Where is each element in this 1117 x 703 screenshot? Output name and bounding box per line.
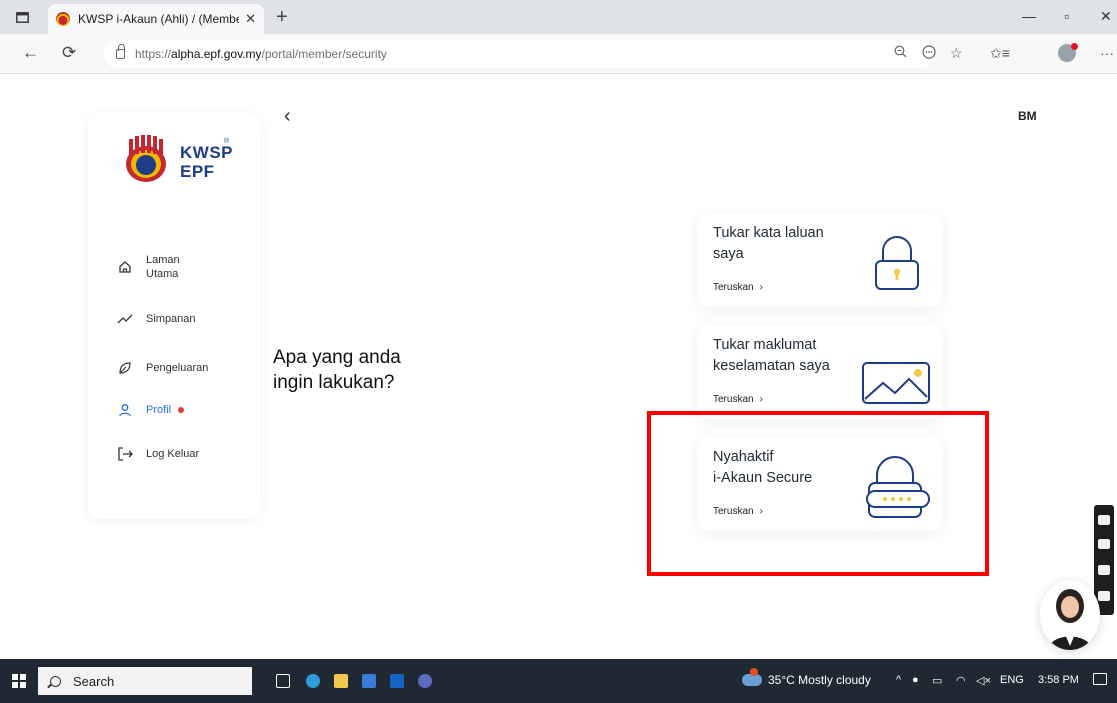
show-hidden-icons-icon[interactable]: ^ xyxy=(896,674,901,686)
kwsp-favicon-icon xyxy=(56,12,70,26)
url-path: /portal/member/security xyxy=(261,47,387,61)
input-language[interactable]: ENG xyxy=(1000,674,1024,686)
card-title-line-2: keselamatan saya xyxy=(713,358,830,374)
logo-kwsp-text: KWSP xyxy=(180,143,233,162)
logout-icon xyxy=(116,447,134,461)
sidebar-item-simpanan[interactable]: Simpanan xyxy=(116,313,196,325)
continue-link[interactable]: Teruskan › xyxy=(713,282,763,293)
sidebar-item-label: Utama xyxy=(146,268,179,280)
chevron-right-icon: › xyxy=(759,394,763,405)
kwsp-logo[interactable]: KWSP ® EPF xyxy=(124,135,234,185)
favorite-star-icon[interactable]: ☆ xyxy=(950,45,963,62)
image-icon xyxy=(862,362,930,404)
task-view-icon[interactable] xyxy=(276,674,290,688)
cloud-sun-icon xyxy=(742,668,762,686)
tab-title: KWSP i-Akaun (Ahli) / (Member) xyxy=(78,12,240,26)
lock-icon xyxy=(116,44,125,59)
back-chevron-icon[interactable]: ‹ xyxy=(284,105,291,128)
assistant-person-icon xyxy=(1048,589,1092,650)
file-explorer-icon[interactable] xyxy=(334,674,348,688)
leaf-icon xyxy=(116,361,134,375)
address-bar: ← ⟳ https://alpha.epf.gov.my/portal/memb… xyxy=(0,34,1117,74)
favorites-icon[interactable]: ✩≡ xyxy=(990,45,1010,62)
url-host: alpha.epf.gov.my xyxy=(171,47,262,61)
clock-time[interactable]: 3:58 PM xyxy=(1038,674,1079,686)
card-title-line-1: Tukar kata laluan xyxy=(713,225,824,241)
logo-registered-mark: ® xyxy=(224,138,230,145)
teams-icon[interactable] xyxy=(418,674,432,688)
taskbar: Search 35°C Mostly cloudy ^ ● ▭ ◠ ◁× ENG… xyxy=(0,659,1117,703)
restore-icon[interactable]: ▫ xyxy=(1064,8,1069,24)
edge-browser-icon[interactable] xyxy=(306,674,320,688)
chevron-right-icon: › xyxy=(759,282,763,293)
minimize-icon[interactable]: — xyxy=(1022,8,1036,24)
notification-center-icon[interactable] xyxy=(1093,673,1107,685)
home-icon xyxy=(116,260,134,274)
kwsp-emblem-icon xyxy=(126,135,166,182)
card-title: Tukar kata laluan saya xyxy=(713,223,873,265)
sidebar-item-pengeluaran[interactable]: Pengeluaran xyxy=(116,361,208,375)
card-title-line-1: Tukar maklumat xyxy=(713,337,817,353)
browser-tab-bar: KWSP i-Akaun (Ahli) / (Member) ✕ + — ▫ ✕ xyxy=(0,0,1117,34)
continue-link-label: Teruskan xyxy=(713,282,754,293)
volume-icon[interactable]: ◁× xyxy=(976,674,991,687)
card-change-security-info[interactable]: Tukar maklumat keselamatan saya Teruskan… xyxy=(697,325,943,419)
refresh-icon[interactable]: ⟳ xyxy=(62,43,76,63)
sidebar-item-label: Log Keluar xyxy=(146,448,200,460)
page-question: Apa yang anda ingin lakukan? xyxy=(273,345,401,395)
browser-tab-active[interactable]: KWSP i-Akaun (Ahli) / (Member) ✕ xyxy=(48,4,264,34)
sidebar-item-label: Pengeluaran xyxy=(146,362,209,374)
padlock-icon xyxy=(875,236,919,290)
question-line-1: Apa yang anda xyxy=(273,347,401,368)
sidebar-item-profil[interactable]: Profil xyxy=(116,403,185,417)
taskbar-search[interactable]: Search xyxy=(38,667,252,695)
search-icon xyxy=(50,675,61,687)
card-title: Tukar maklumat keselamatan saya xyxy=(713,335,873,377)
back-arrow-icon[interactable]: ← xyxy=(22,43,39,63)
window-icon[interactable] xyxy=(1098,565,1110,575)
continue-link[interactable]: Teruskan › xyxy=(713,394,763,405)
search-label: Search xyxy=(73,673,115,689)
gear-icon[interactable] xyxy=(1098,591,1110,601)
sidebar-item-laman-utama[interactable]: Laman Utama xyxy=(116,253,180,281)
weather-widget[interactable]: 35°C Mostly cloudy xyxy=(742,668,871,687)
battery-icon[interactable]: ▭ xyxy=(932,674,942,687)
reader-icon[interactable] xyxy=(922,45,936,62)
card-change-password[interactable]: Tukar kata laluan saya Teruskan › xyxy=(697,213,943,307)
sidebar: KWSP ® EPF Laman Utama Simpanan Pengelua… xyxy=(88,113,260,519)
sidebar-item-label: Simpanan xyxy=(146,313,196,325)
tray-app-icon[interactable]: ● xyxy=(912,674,919,686)
question-line-2: ingin lakukan? xyxy=(273,372,395,393)
card-title-line-2: saya xyxy=(713,246,744,262)
windows-start-icon[interactable] xyxy=(12,674,26,688)
url-field[interactable]: https://alpha.epf.gov.my/portal/member/s… xyxy=(104,40,934,68)
wifi-icon[interactable]: ◠ xyxy=(956,674,966,687)
profile-notification-icon xyxy=(1071,43,1078,50)
logo-epf-text: EPF xyxy=(180,162,215,181)
close-tab-icon[interactable]: ✕ xyxy=(245,11,256,27)
url-prefix: https:// xyxy=(135,47,172,61)
more-menu-icon[interactable]: ··· xyxy=(1100,45,1114,61)
virtual-assistant-avatar[interactable] xyxy=(1040,580,1100,650)
sidebar-item-log-keluar[interactable]: Log Keluar xyxy=(116,447,199,461)
sidebar-item-label: Laman xyxy=(146,254,180,266)
sidebar-item-label: Profil xyxy=(146,404,172,416)
language-toggle[interactable]: BM xyxy=(1018,109,1037,123)
continue-link-label: Teruskan xyxy=(713,394,754,405)
weather-text: 35°C Mostly cloudy xyxy=(768,673,871,687)
page-content: ‹ BM KWSP ® EPF Laman Utama Simpanan Pen… xyxy=(0,75,1117,659)
video-icon[interactable] xyxy=(1098,539,1110,549)
outlook-icon[interactable] xyxy=(390,674,404,688)
tab-actions-icon[interactable] xyxy=(14,9,30,25)
trend-icon xyxy=(116,313,134,325)
close-window-icon[interactable]: ✕ xyxy=(1100,8,1112,25)
user-icon xyxy=(116,403,134,417)
highlight-box xyxy=(647,411,989,576)
new-tab-icon[interactable]: + xyxy=(276,6,288,29)
store-icon[interactable] xyxy=(362,674,376,688)
notification-dot xyxy=(178,407,185,413)
zoom-icon[interactable] xyxy=(894,45,907,61)
camera-icon[interactable] xyxy=(1098,515,1110,525)
floating-toolbar xyxy=(1094,505,1114,615)
